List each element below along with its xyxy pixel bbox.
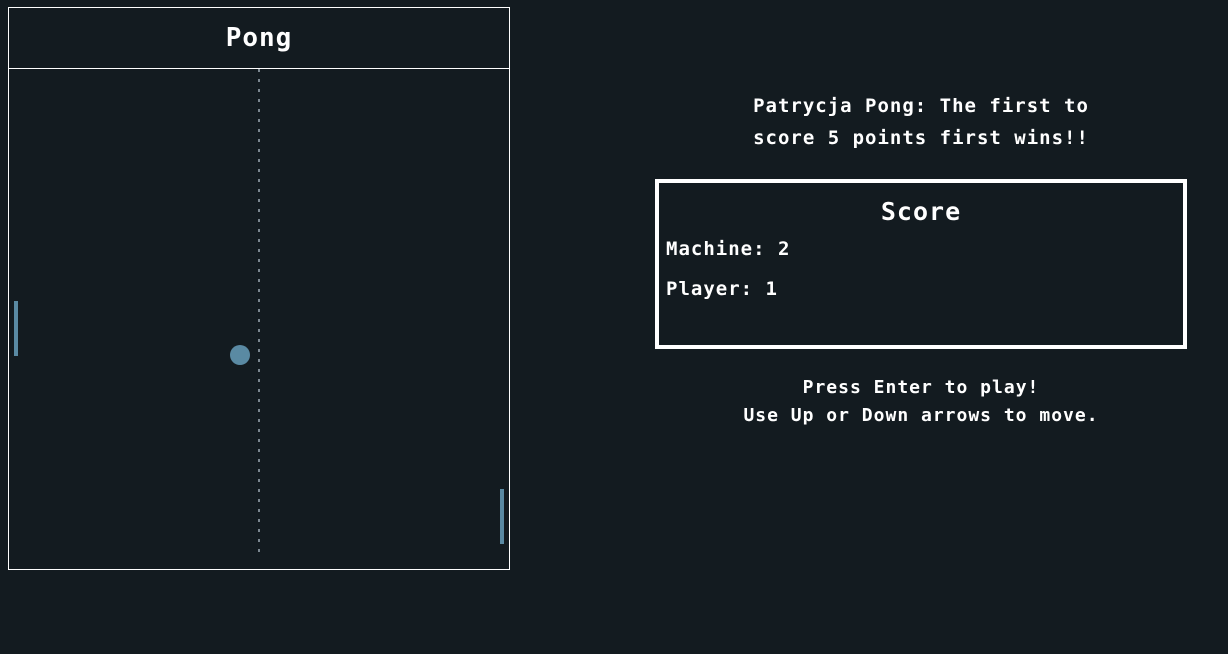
center-line: [258, 69, 260, 555]
player-score: Player: 1: [666, 278, 778, 300]
info-panel: Patrycja Pong: The first to score 5 poin…: [655, 90, 1187, 430]
right-paddle: [500, 489, 504, 544]
score-title: Score: [880, 197, 962, 226]
instruction-arrows: Use Up or Down arrows to move.: [743, 405, 1099, 426]
score-box: Score Machine: 2 Player: 1: [655, 179, 1187, 349]
game-title: Pong: [225, 23, 293, 53]
game-header: Pong: [9, 8, 509, 69]
game-frame: Pong: [8, 7, 510, 570]
ball: [230, 345, 250, 365]
pong-page: Pong Patrycja Pong: The first to score 5…: [0, 0, 1228, 654]
instructions: Press Enter to play! Use Up or Down arro…: [655, 374, 1187, 430]
left-paddle: [14, 301, 18, 356]
instruction-enter: Press Enter to play!: [802, 377, 1040, 398]
game-court[interactable]: [9, 69, 509, 569]
game-description: Patrycja Pong: The first to score 5 poin…: [753, 95, 1089, 149]
machine-score: Machine: 2: [666, 238, 791, 260]
